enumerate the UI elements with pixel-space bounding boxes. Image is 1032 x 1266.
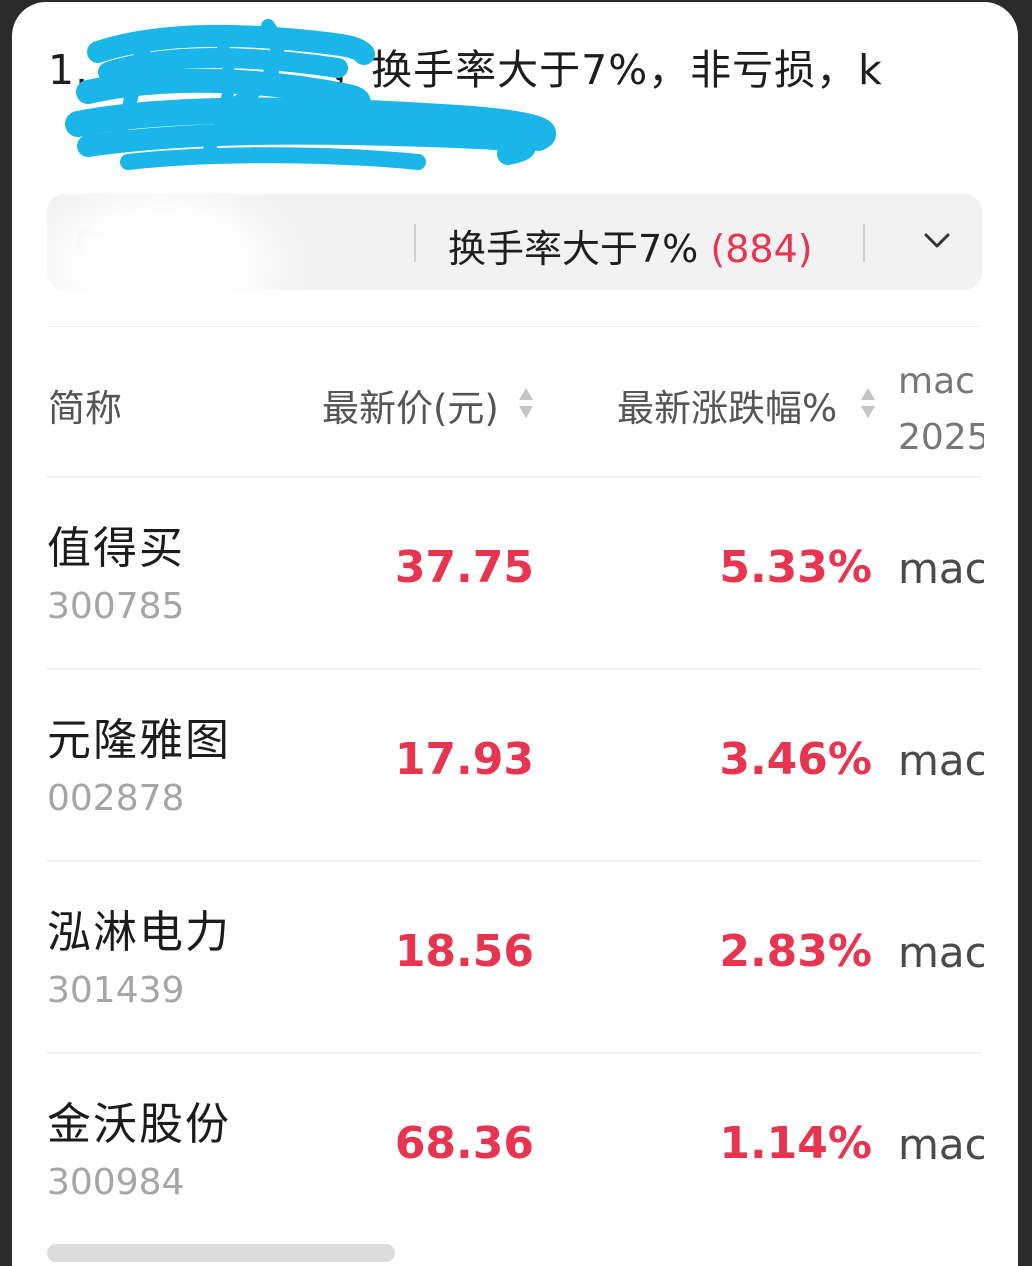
stock-price: 17.93 [394, 734, 534, 785]
stock-price: 68.36 [394, 1118, 534, 1169]
filter-condition-turnover[interactable]: 换手率大于7% (884) [448, 218, 813, 273]
query-title: 1. ，换手率大于7%，非亏损，k [48, 40, 978, 160]
stock-change: 2.83% [719, 926, 872, 977]
horizontal-scrollbar[interactable] [47, 1244, 395, 1262]
stock-change: 1.14% [719, 1118, 872, 1169]
table-row[interactable]: 泓淋电力 301439 18.56 2.83% mac [12, 860, 1018, 1050]
query-visible-text: ，换手率大于7%，非亏损，k [329, 46, 883, 94]
stock-name: 金沃股份 [47, 1099, 231, 1150]
faded-condition[interactable]: m 60) [75, 218, 181, 259]
stock-change: 5.33% [719, 542, 872, 593]
header-extra-line1: mac [898, 361, 975, 402]
row-divider [47, 668, 982, 670]
table-row[interactable]: 元隆雅图 002878 17.93 3.46% mac [12, 668, 1018, 858]
chevron-down-icon[interactable] [923, 230, 951, 252]
results-card: 1. ，换手率大于7%，非亏损，k m 60) 换手率大于7% (884) 简称 … [12, 2, 1018, 1266]
stock-extra: mac [898, 736, 984, 785]
query-line-1: 1. ，换手率大于7%，非亏损，k [48, 40, 978, 100]
header-extra-line2: 2025 [898, 417, 984, 458]
filter-condition-count: (884) [710, 227, 813, 271]
table-header: 简称 最新价(元) 最新涨跌幅% mac 2025 [12, 342, 1018, 478]
row-divider [47, 860, 982, 862]
stock-extra: mac [898, 1120, 984, 1169]
header-extra[interactable]: mac 2025 [898, 354, 984, 466]
filter-separator [863, 224, 865, 262]
filter-condition-label: 换手率大于7% [448, 227, 699, 271]
sort-icon[interactable] [860, 386, 876, 420]
header-change[interactable]: 最新涨跌幅% [617, 378, 837, 432]
stock-extra: mac [898, 928, 984, 977]
header-name: 简称 [48, 387, 122, 430]
stock-name: 值得买 [47, 523, 185, 574]
stock-price: 18.56 [394, 926, 534, 977]
filter-separator [414, 224, 416, 262]
stock-price: 37.75 [394, 542, 534, 593]
stock-extra: mac [898, 544, 984, 593]
stock-code: 002878 [47, 778, 185, 819]
row-divider [47, 1052, 982, 1054]
table-row[interactable]: 值得买 300785 37.75 5.33% mac [12, 476, 1018, 666]
header-price[interactable]: 最新价(元) [322, 378, 499, 432]
row-divider [47, 476, 982, 478]
stock-code: 300785 [47, 586, 185, 627]
table-row[interactable]: 金沃股份 300984 68.36 1.14% mac [12, 1052, 1018, 1242]
stock-name: 元隆雅图 [47, 715, 231, 766]
sort-icon[interactable] [518, 386, 534, 420]
stock-name: 泓淋电力 [47, 907, 231, 958]
query-prefix: 1. [48, 46, 90, 94]
filter-bar[interactable]: m 60) 换手率大于7% (884) [47, 194, 982, 290]
stock-code: 300984 [47, 1162, 185, 1203]
stock-code: 301439 [47, 970, 185, 1011]
divider [47, 326, 982, 327]
stock-change: 3.46% [719, 734, 872, 785]
